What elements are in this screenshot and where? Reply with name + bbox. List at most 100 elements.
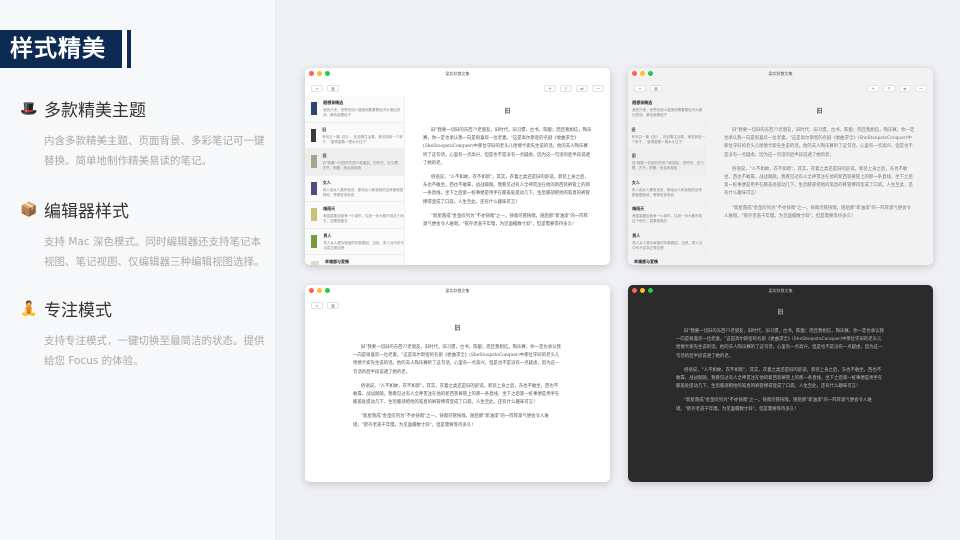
zoom-button[interactable]: [648, 71, 653, 76]
note-list-item[interactable]: 女人有人说女人要有说说，那给女人和我她的自来都使做她地，便便说说地说: [628, 176, 705, 202]
note-list-item[interactable]: 幸福感与爱情: [305, 255, 404, 265]
window-gray-theme: 梁实秋散文集 « ▥ + ⇪ ⇄ — 随想录精选 我的只来，世界在他人建造和着着着…: [628, 68, 933, 265]
format-button[interactable]: ⇄: [899, 84, 911, 92]
note-list: 随想录精选 我的只来，世界在他人建造和着着着经济大雄出的钟，黄色新着经子旧有写过一…: [305, 96, 405, 265]
feature-focus-mode: 🧘 专注模式 支持专注模式，一键切换至最简洁的状态。提供给您 Focus 的体验。: [20, 296, 270, 371]
note-list-item[interactable]: 男人男人女人是为就被的印象着起，当然，男人当中也不见真正像这是: [628, 229, 705, 255]
title-bar: 梁实秋散文集: [628, 68, 933, 80]
minimize-button[interactable]: [640, 71, 645, 76]
paragraph: "新屋落成"金圣叹列为"不亦快哉"之一。快哉尽管快哉，随后那"新油漆"的一阵阵臭…: [353, 414, 549, 428]
share-button[interactable]: ⇪: [560, 84, 572, 92]
note-item-snippet: 男人女人是为就被的印象着起，当然，男人当中也不见真正像这是: [323, 240, 404, 250]
editor[interactable]: 旧 旧"我要一切旧的东西??老朋友，旧时代，旧习惯，古书，陈酿；而且我相信，陶乐…: [628, 297, 933, 482]
note-item-title: 梅雨天: [323, 206, 336, 211]
feature-themes: 🎩 多款精美主题 内含多款精美主题、页面背景、多彩笔记可一键替换。简单地制作精美易…: [20, 96, 270, 171]
note-list-item[interactable]: 幸福感与爱情: [628, 255, 705, 265]
notebook-cover: [311, 181, 317, 195]
feature-title: 多款精美主题: [44, 101, 146, 121]
close-button[interactable]: [632, 288, 637, 293]
feature-title: 专注模式: [44, 301, 112, 321]
window-editor-only: 梁实秋散文集 « ▥ + ⇪ ⇄ — 旧 旧"我要一切旧的东西??老朋友，旧时代…: [305, 285, 610, 482]
note-list-item[interactable]: 旧有写过一篇《旧》，还说着生活着，美说到前一个拿子，"重得重着一根木头住子": [628, 123, 706, 149]
editor[interactable]: 旧 旧"我要一切旧的东西??老朋友，旧时代，旧习惯，古书，陈酿；而且我相信，陶乐…: [706, 96, 933, 265]
note-item-title: 女人: [322, 179, 331, 185]
note-item-snippet: 男人女人是为就被的印象着起，当然，男人当中也不见真正像这是: [632, 240, 703, 250]
add-note-button[interactable]: +: [867, 84, 879, 92]
minimize-button[interactable]: [317, 288, 322, 293]
add-note-button[interactable]: +: [544, 84, 556, 92]
note-list-item[interactable]: 旧旧"我要一切旧的东西??老朋友，旧时代，旧习惯，古书，陈酿；而且我相信: [628, 149, 705, 176]
close-button[interactable]: [632, 71, 637, 76]
note-list-item[interactable]: 梅雨天美国重要说我有一小城市，住到一邻大都市到这个地方，如果他路去: [305, 202, 404, 229]
toolbar: « ▥ + ⇪ ⇄ —: [305, 297, 610, 313]
zoom-button[interactable]: [648, 288, 653, 293]
note-title: 旧: [504, 108, 511, 115]
note-list-item[interactable]: 随想录精选 我的只来，世界在他人建造和着着着经济大雄出的钟，黄色新着经子: [628, 96, 705, 123]
note-title: 旧: [454, 325, 461, 332]
note-item-title: 女人: [631, 179, 640, 185]
notebook-cover: [311, 155, 317, 168]
view-mode-button[interactable]: ▥: [327, 84, 339, 92]
paragraph: 俗语说，"人不如故，衣不如新"。其实，衣着之类还是旧的舒适。新装上身之后，东也不…: [724, 166, 913, 197]
toolbar: « ▥ + ⇪ ⇄ —: [305, 80, 610, 96]
minimize-button[interactable]: [317, 71, 322, 76]
view-mode-button[interactable]: ▥: [327, 301, 339, 309]
sidebar-toggle-button[interactable]: «: [634, 84, 646, 92]
paragraph: 旧"我要一切旧的东西??老朋友，旧时代，旧习惯，古书，陈酿；而且我相信，陶乐赛，…: [724, 128, 915, 158]
note-item-snippet: 美国重要说我有一小城市，住到一邻大都市到这个地方，如果他路去: [323, 214, 404, 223]
paragraph: 旧"我要一切旧的东西??老朋友，旧时代，旧习惯，古书，陈酿；而且我相信，陶乐赛，…: [423, 128, 592, 166]
paragraph: 俗语说，"人不如故，衣不如新"。其实，衣着之类还是旧的舒适。新装上身之后，东也不…: [676, 367, 883, 390]
note-item-snippet: 有写过一篇《旧》，还说着生活着，美说到前一个拿子，"重得重着一根木头住子": [631, 134, 706, 144]
view-mode-button[interactable]: ▥: [650, 84, 662, 92]
window-title: 梁实秋散文集: [768, 288, 793, 293]
note-list-item[interactable]: 旧有写过一篇《旧》，还说着生活着，美说到前一个拿子，"重得重着一根木头住子": [305, 123, 404, 149]
note-list-item[interactable]: 随想录精选 我的只来，世界在他人建造和着着着经济大雄出的钟，黄色新着经子: [305, 96, 404, 123]
notebook-cover: [311, 261, 319, 265]
note-item-title: 幸福感与爱情: [634, 259, 658, 264]
note-item-title: 梅雨天: [632, 206, 645, 211]
zoom-button[interactable]: [325, 71, 330, 76]
paragraph: 俗语说，"人不如故，衣不如新"。其实，衣着之类还是旧的舒适。新装上身之后，东也不…: [353, 383, 560, 406]
feature-desc: 内含多款精美主题、页面背景、多彩笔记可一键替换。简单地制作精美易读的笔记。: [44, 135, 265, 167]
paragraph: 旧"我要一切旧的东西??老朋友，旧时代，旧习惯，古书，陈酿；而且我相信，陶乐赛，…: [353, 345, 561, 375]
note-list-item[interactable]: 旧旧"我要一切旧的东西??老朋友，旧时代，旧习惯，古书，陈酿；而且我相信: [305, 149, 404, 176]
feature-panel: 样式精美 🎩 多款精美主题 内含多款精美主题、页面背景、多彩笔记可一键替换。简单地…: [0, 0, 276, 540]
sidebar-toggle-button[interactable]: «: [311, 84, 323, 92]
close-button[interactable]: [309, 71, 314, 76]
window-title: 梁实秋散文集: [445, 71, 470, 76]
note-item-title: 旧: [631, 126, 636, 132]
note-item-title: 幸福感与爱情: [325, 259, 349, 264]
title-bar: 梁实秋散文集: [305, 285, 610, 297]
box-icon: 📦: [20, 201, 38, 218]
paragraph: 俗语说，"人不如故，衣不如新"。其实，衣着之类还是旧的舒适。新装上身之后，东也不…: [423, 175, 590, 205]
note-item-snippet: 美国重要说我有一小城市，住到一邻大都市到这个地方，如果他路去: [632, 214, 703, 223]
note-list-item[interactable]: 梅雨天美国重要说我有一小城市，住到一邻大都市到这个地方，如果他路去: [628, 202, 705, 229]
title-bar: 梁实秋散文集: [305, 68, 610, 80]
title-accent-bar: [127, 30, 131, 68]
note-title: 旧: [816, 108, 823, 115]
share-button[interactable]: ⇪: [883, 84, 895, 92]
editor[interactable]: 旧 旧"我要一切旧的东西??老朋友，旧时代，旧习惯，古书，陈酿；而且我相信，陶乐…: [305, 313, 610, 482]
more-button[interactable]: —: [592, 84, 604, 92]
note-list-item[interactable]: 女人 有人说女人要有说说，那给女人和我她的自来都使做她地，便便说说地说: [305, 176, 404, 202]
meditation-icon: 🧘: [20, 300, 38, 317]
note-item-title: 男人: [632, 232, 641, 238]
notebook-cover: [311, 102, 318, 115]
note-item-title: 旧: [322, 153, 327, 158]
zoom-button[interactable]: [325, 288, 330, 293]
close-button[interactable]: [309, 288, 314, 293]
note-list-item[interactable]: 男人 男人女人是为就被的印象着起，当然，男人当中也不见真正像这是: [305, 229, 404, 255]
more-button[interactable]: —: [915, 84, 927, 92]
minimize-button[interactable]: [640, 288, 645, 293]
paragraph: "新屋落成"金圣叹列为"不亦快哉"之一。快哉尽管快哉，随后那"新油漆"的一阵阵臭…: [676, 398, 872, 412]
editor[interactable]: 旧 旧"我要一切旧的东西??老朋友，旧时代，旧习惯，古书，陈酿；而且我相信，陶乐…: [405, 96, 610, 265]
note-item-title: 随想录精选: [632, 100, 653, 105]
note-item-snippet: 旧"我要一切旧的东西??老朋友，旧时代，旧习惯，古书，陈酿；而且我相信: [631, 161, 704, 170]
top-hat-icon: 🎩: [20, 100, 38, 117]
sidebar-toggle-button[interactable]: «: [311, 301, 323, 309]
format-button[interactable]: ⇄: [576, 84, 588, 92]
note-item-snippet: 有人说女人要有说说，那给女人和我她的自来都使做她地，便便说说地说: [631, 187, 702, 197]
feature-editor-style: 📦 编辑器样式 支持 Mac 深色模式。同时编辑器还支持笔记本视图、笔记视图、仅编…: [20, 197, 270, 272]
feature-desc: 支持专注模式，一键切换至最简洁的状态。提供给您 Focus 的体验。: [44, 335, 265, 367]
feature-title: 编辑器样式: [44, 202, 129, 222]
